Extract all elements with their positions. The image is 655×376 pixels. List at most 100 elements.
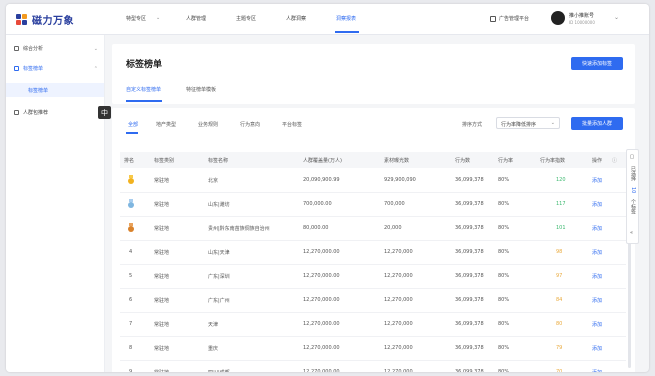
rank-cell: 8	[129, 345, 133, 351]
coverage-cell: 12,270,000.00	[303, 297, 340, 303]
active-tab-indicator	[126, 100, 162, 102]
actions-cell: 36,099,378	[455, 297, 484, 303]
quick-add-tag-button[interactable]: 快速添加标签	[571, 57, 623, 70]
nav-item-report[interactable]: 洞察报表	[336, 15, 356, 22]
category-cell: 常驻地	[154, 250, 170, 256]
sidebar-item-audience-recommend[interactable]: 人群包推荐	[14, 109, 98, 116]
user-name: 推小推账号	[569, 13, 595, 19]
batch-add-audience-button[interactable]: 批量添加人群	[571, 117, 623, 130]
sort-select[interactable]: 行为率降低排序 ⌄	[496, 117, 560, 129]
add-tag-link[interactable]: 添加	[592, 177, 602, 184]
actions-cell: 36,099,378	[455, 345, 484, 351]
nav-item-special[interactable]: 特型专区	[126, 15, 146, 22]
add-tag-link[interactable]: 添加	[592, 201, 602, 208]
ad-platform-label: 广告管理平台	[499, 16, 530, 22]
rate-index-cell: 70	[556, 369, 563, 372]
ime-indicator[interactable]: 中	[98, 106, 111, 119]
coverage-cell: 12,270,000.00	[303, 369, 340, 372]
rank-cell: 7	[129, 321, 133, 327]
user-menu-chevron-icon[interactable]: ⌄	[614, 14, 619, 21]
table-row: 9 常驻地 四川|成都 12,270,000.00 12,270,000 36,099,3…	[120, 360, 626, 372]
sidebar-item-tag-ranking[interactable]: 标签榜单 ⌃	[14, 65, 98, 72]
rate-index-cell: 101	[556, 225, 566, 231]
sidebar-item-analysis[interactable]: 综合分析 ⌄	[14, 45, 98, 52]
add-tag-link[interactable]: 添加	[592, 345, 602, 352]
user-id: ID 10000000	[569, 20, 595, 25]
medal-icon	[128, 175, 134, 184]
rate-index-cell: 97	[556, 273, 563, 279]
tab-custom-ranking[interactable]: 自定义标签榜单	[126, 86, 161, 93]
sidebar-item-label: 人群包推荐	[23, 110, 49, 116]
tag-name-cell: 山东|潍坊	[208, 202, 230, 208]
rate-index-cell: 98	[556, 249, 563, 255]
coverage-cell: 12,270,000.00	[303, 345, 340, 351]
category-cell: 常驻地	[154, 346, 170, 352]
coverage-cell: 12,270,000.00	[303, 321, 340, 327]
table-row: 常驻地 北京 20,090,900.99 929,900,090 36,099,378 8…	[120, 168, 626, 193]
add-tag-link[interactable]: 添加	[592, 321, 602, 328]
filter-tab-business[interactable]: 业务规则	[198, 121, 218, 128]
collapse-icon[interactable]: «	[630, 230, 633, 236]
rate-index-cell: 117	[556, 201, 566, 207]
rail-count: 10	[630, 187, 636, 194]
chevron-up-icon: ⌃	[93, 65, 98, 72]
add-tag-link[interactable]: 添加	[592, 273, 602, 280]
filter-tab-realestate[interactable]: 地产类型	[156, 121, 176, 128]
brand-name: 磁力万象	[32, 16, 74, 27]
filter-tab-intent[interactable]: 行为意向	[240, 121, 260, 128]
column-header[interactable]: 行为率指数	[540, 157, 565, 164]
exposure-cell: 700,000	[384, 201, 405, 207]
filter-tab-platform[interactable]: 平台标签	[282, 121, 302, 128]
rate-cell: 80%	[498, 297, 510, 303]
ad-platform-link[interactable]: 广告管理平台	[490, 15, 529, 22]
rate-cell: 80%	[498, 345, 510, 351]
tag-name-cell: 贵州|黔东南苗族侗族自治州	[208, 226, 270, 232]
tag-name-cell: 天津	[208, 322, 219, 328]
app-window: 磁力万象 特型专区 ⌄ 人群管理 主题专区 人群洞察 洞察报表 广告管理平台 推…	[6, 4, 649, 372]
actions-cell: 36,099,378	[455, 177, 484, 183]
avatar[interactable]	[551, 11, 565, 25]
coverage-cell: 700,000.00	[303, 201, 332, 207]
rate-cell: 80%	[498, 369, 510, 372]
column-header[interactable]: 行为数	[455, 157, 470, 164]
chevron-down-icon: ⌄	[550, 120, 555, 126]
column-header[interactable]: 行为率	[498, 157, 513, 164]
rank-cell: 9	[129, 369, 133, 372]
coverage-cell: 12,270,000.00	[303, 249, 340, 255]
sidebar-subitem-tag-ranking[interactable]: 标签榜单	[6, 83, 104, 97]
table-row: 8 常驻地 重庆 12,270,000.00 12,270,000 36,099,378 8…	[120, 336, 626, 361]
selected-tags-rail[interactable]: ▢ 已选择 10 个标签 «	[626, 149, 639, 244]
actions-cell: 36,099,378	[455, 273, 484, 279]
category-cell: 常驻地	[154, 298, 170, 304]
logo[interactable]: 磁力万象	[16, 12, 74, 27]
column-header[interactable]: 人群覆盖量(万人)	[303, 157, 342, 164]
filter-tab-all[interactable]: 全部	[128, 121, 138, 128]
page-title: 标签榜单	[126, 60, 163, 70]
table-row: 4 常驻地 山东|天津 12,270,000.00 12,270,000 36,099,3…	[120, 240, 626, 265]
exposure-cell: 12,270,000	[384, 345, 413, 351]
add-tag-link[interactable]: 添加	[592, 369, 602, 372]
chart-icon	[14, 46, 19, 51]
add-tag-link[interactable]: 添加	[592, 249, 602, 256]
category-cell: 常驻地	[154, 202, 170, 208]
add-tag-link[interactable]: 添加	[592, 297, 602, 304]
sidebar-item-label: 标签榜单	[23, 66, 44, 72]
nav-item-topic[interactable]: 主题专区	[236, 15, 256, 22]
column-header[interactable]: 素材曝光数	[384, 157, 409, 164]
actions-cell: 36,099,378	[455, 369, 484, 372]
add-tag-link[interactable]: 添加	[592, 225, 602, 232]
active-nav-indicator	[335, 31, 359, 33]
category-cell: 常驻地	[154, 178, 170, 184]
nav-item-audience[interactable]: 人群管理	[186, 15, 206, 22]
chevron-down-icon[interactable]: ⌄	[156, 15, 160, 21]
tab-template-ranking[interactable]: 特征榜单模板	[186, 86, 216, 93]
chevron-down-icon: ⌄	[93, 45, 98, 52]
rail-label: 个标签	[630, 199, 636, 214]
nav-item-insight[interactable]: 人群洞察	[286, 15, 306, 22]
help-icon[interactable]: ⓘ	[612, 157, 617, 164]
table-row: 5 常驻地 广东|深圳 12,270,000.00 12,270,000 36,099,3…	[120, 264, 626, 289]
medal-icon	[128, 223, 134, 232]
rail-icon: ▢	[629, 154, 635, 160]
category-cell: 常驻地	[154, 226, 170, 232]
exposure-cell: 12,270,000	[384, 249, 413, 255]
